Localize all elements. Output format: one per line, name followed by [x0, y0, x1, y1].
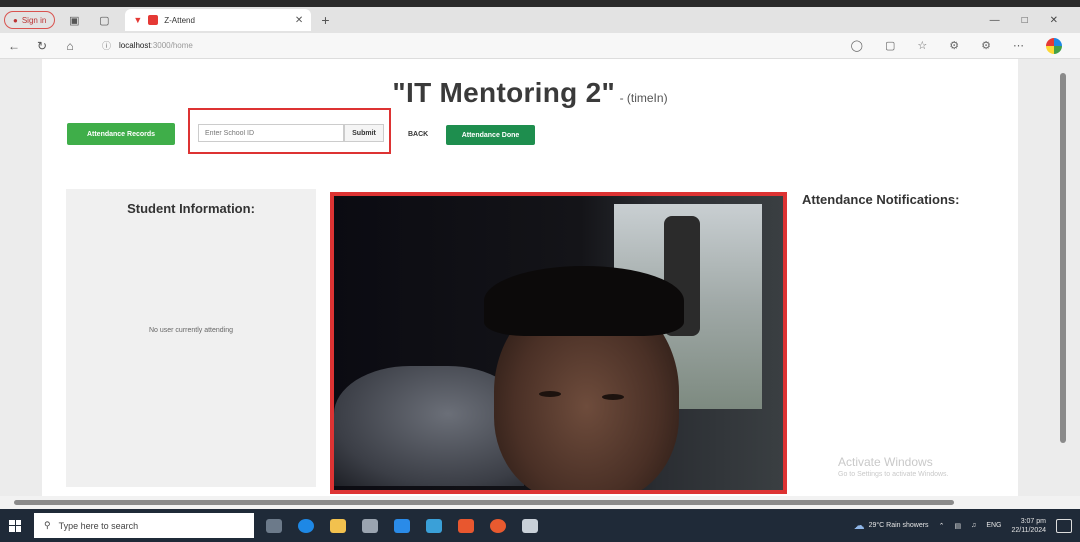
- submit-button[interactable]: Submit: [344, 124, 384, 142]
- favorites-icon[interactable]: ☆: [917, 39, 927, 52]
- activate-windows-watermark: Activate Windows Go to Settings to activ…: [838, 455, 949, 478]
- tab-strip: ● Sign in ▣ ▢ ▼ Z-Attend ✕ + — □ ✕: [0, 7, 1080, 33]
- brave-icon: ▼: [133, 15, 143, 25]
- notification-icon[interactable]: [1056, 518, 1072, 533]
- task-view-icon[interactable]: [266, 518, 282, 533]
- attendance-done-button[interactable]: Attendance Done: [446, 125, 535, 145]
- back-link[interactable]: BACK: [408, 131, 428, 138]
- extensions-icon[interactable]: ⚙: [949, 39, 959, 52]
- favicon-icon: [148, 15, 159, 25]
- cloud-icon: ☁: [853, 520, 865, 532]
- read-aloud-icon[interactable]: ◯: [851, 39, 863, 52]
- window-top-edge: [0, 0, 1080, 7]
- camera-feed: [330, 192, 787, 494]
- clock-time: 3:07 pm: [1020, 517, 1046, 525]
- maximize-icon[interactable]: □: [1022, 15, 1028, 26]
- url-path: :3000/home: [150, 41, 193, 50]
- language-indicator[interactable]: ENG: [986, 522, 1001, 529]
- clock[interactable]: 3:07 pm 22/11/2024: [1011, 517, 1046, 535]
- close-window-icon[interactable]: ✕: [1050, 15, 1058, 26]
- attendance-records-button[interactable]: Attendance Records: [67, 123, 175, 145]
- copilot-icon[interactable]: [1046, 37, 1062, 54]
- file-explorer-icon[interactable]: [330, 518, 346, 533]
- new-tab-icon[interactable]: +: [321, 12, 329, 28]
- camera-eye-left: [539, 391, 561, 397]
- student-info-heading: Student Information:: [127, 201, 255, 216]
- clock-date: 22/11/2024: [1011, 526, 1046, 534]
- split-screen-icon[interactable]: ▢: [885, 39, 895, 52]
- minimize-icon[interactable]: —: [990, 15, 1000, 26]
- tab-title: Z-Attend: [164, 15, 195, 25]
- class-mode: - (timeIn): [619, 91, 668, 105]
- chevron-up-icon[interactable]: ⌃: [939, 522, 945, 530]
- student-info-empty-text: No user currently attending: [148, 327, 234, 334]
- horizontal-scrollbar[interactable]: [14, 500, 954, 505]
- vscode-icon[interactable]: [394, 518, 410, 533]
- edge-icon[interactable]: [298, 518, 314, 533]
- search-icon: ⚲: [44, 520, 51, 530]
- profile-icon: ●: [13, 15, 18, 25]
- brave-taskbar-icon[interactable]: [458, 518, 474, 533]
- camera-eye-right: [602, 394, 624, 400]
- info-icon: ⓘ: [102, 41, 112, 51]
- speaker-icon[interactable]: ♫: [971, 522, 976, 529]
- tab-active[interactable]: ▼ Z-Attend ✕: [125, 9, 312, 31]
- files-icon[interactable]: [522, 518, 538, 533]
- profile-label: Sign in: [21, 15, 47, 25]
- app-icon[interactable]: [426, 518, 442, 533]
- watermark-title: Activate Windows: [838, 455, 933, 469]
- weather-widget[interactable]: ☁ 29°C Rain showers: [854, 519, 929, 532]
- more-icon[interactable]: ⋯: [1013, 39, 1024, 52]
- start-button[interactable]: [0, 509, 30, 542]
- search-placeholder: Type here to search: [58, 520, 139, 531]
- windows-taskbar: ⚲ Type here to search ☁ 29°C Rain shower…: [0, 509, 1080, 542]
- screen: ● Sign in ▣ ▢ ▼ Z-Attend ✕ + — □ ✕ ← ↻ ⌂…: [0, 0, 1080, 542]
- home-icon[interactable]: ⌂: [56, 39, 84, 53]
- profile-button[interactable]: ● Sign in: [4, 11, 56, 29]
- attendance-notifications-heading: Attendance Notifications:: [802, 192, 960, 207]
- tab-actions-icon[interactable]: ▢: [93, 11, 115, 29]
- student-information-panel: Student Information: No user currently a…: [66, 189, 316, 487]
- browser-viewport: "IT Mentoring 2" - (timeIn) Attendance R…: [0, 59, 1080, 509]
- class-title: "IT Mentoring 2": [392, 77, 616, 108]
- network-icon[interactable]: ▤: [954, 522, 961, 530]
- web-page: "IT Mentoring 2" - (timeIn) Attendance R…: [42, 59, 1018, 497]
- settings-icon[interactable]: ⚙: [981, 39, 991, 52]
- taskbar-search[interactable]: ⚲ Type here to search: [34, 513, 254, 538]
- weather-text: 29°C Rain showers: [868, 522, 929, 529]
- close-tab-icon[interactable]: ✕: [295, 15, 303, 26]
- workspaces-icon[interactable]: ▣: [63, 11, 85, 29]
- url-field[interactable]: ⓘ localhost:3000/home: [102, 37, 802, 55]
- watermark-subtitle: Go to Settings to activate Windows.: [838, 471, 949, 478]
- url-host: localhost: [119, 41, 151, 50]
- school-id-form: Submit: [188, 108, 391, 154]
- horizontal-scroll-track: [0, 496, 1080, 509]
- windows-logo-icon: [9, 519, 21, 532]
- camera-hair: [484, 266, 684, 336]
- reload-icon[interactable]: ↻: [28, 39, 56, 53]
- back-arrow-icon[interactable]: ←: [0, 39, 28, 53]
- media-icon[interactable]: [490, 518, 506, 533]
- vertical-scrollbar[interactable]: [1060, 73, 1066, 443]
- page-title: "IT Mentoring 2" - (timeIn): [42, 77, 1018, 109]
- address-bar-row: ← ↻ ⌂ ⓘ localhost:3000/home ◯ ▢ ☆ ⚙ ⚙ ⋯: [0, 33, 1080, 59]
- school-id-input[interactable]: [198, 124, 344, 142]
- store-icon[interactable]: [362, 518, 378, 533]
